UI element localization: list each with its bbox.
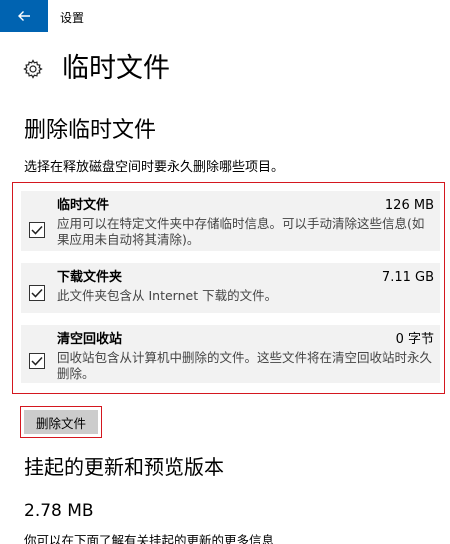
title-bar: 设置 [0,0,450,32]
pending-updates-size: 2.78 MB [24,501,94,521]
back-button[interactable] [0,0,48,32]
list-item-recycle-bin[interactable]: 清空回收站 0 字节 回收站包含从计算机中删除的文件。这些文件将在清空回收站时永… [21,325,440,383]
item-description: 应用可以在特定文件夹中存储临时信息。可以手动清除这些信息(如果应用未自动将其清除… [57,216,425,247]
checkmark-icon [31,225,43,235]
pending-updates-title: 挂起的更新和预览版本 [24,455,224,479]
item-name: 下载文件夹 [57,270,123,285]
window-title: 设置 [60,11,85,25]
delete-button-highlight: 删除文件 [20,406,102,438]
checkbox-recycle-bin[interactable] [29,353,45,369]
checkmark-icon [31,288,43,298]
item-size: 0 字节 [395,332,434,347]
list-item-downloads[interactable]: 下载文件夹 7.11 GB 此文件夹包含从 Internet 下载的文件。 [21,263,440,313]
page-header: 临时文件 [22,52,170,86]
arrow-left-icon [18,11,30,21]
section-description: 选择在释放磁盘空间时要永久删除哪些项目。 [24,160,285,175]
item-description: 回收站包含从计算机中删除的文件。这些文件将在清空回收站时永久删除。 [57,350,433,381]
section-title: 删除临时文件 [24,118,157,143]
settings-window: 设置 临时文件 删除临时文件 选择在释放磁盘空间时要永久删除哪些项目。 临时文件… [0,0,450,544]
checkbox-downloads[interactable] [29,285,45,301]
item-size: 126 MB [384,198,434,213]
temp-file-list: 临时文件 126 MB 应用可以在特定文件夹中存储临时信息。可以手动清除这些信息… [12,182,445,394]
item-name: 清空回收站 [57,332,123,347]
page-title: 临时文件 [62,53,170,84]
item-size: 7.11 GB [381,270,434,285]
item-name: 临时文件 [57,198,110,213]
list-item-temp-files[interactable]: 临时文件 126 MB 应用可以在特定文件夹中存储临时信息。可以手动清除这些信息… [21,191,440,251]
checkmark-icon [31,356,43,366]
item-description: 此文件夹包含从 Internet 下载的文件。 [57,288,278,303]
delete-files-button[interactable]: 删除文件 [24,410,98,434]
checkbox-temp-files[interactable] [29,222,45,238]
pending-updates-description: 你可以在下面了解有关挂起的更新的更多信息 [24,533,275,544]
gear-icon [22,58,44,80]
